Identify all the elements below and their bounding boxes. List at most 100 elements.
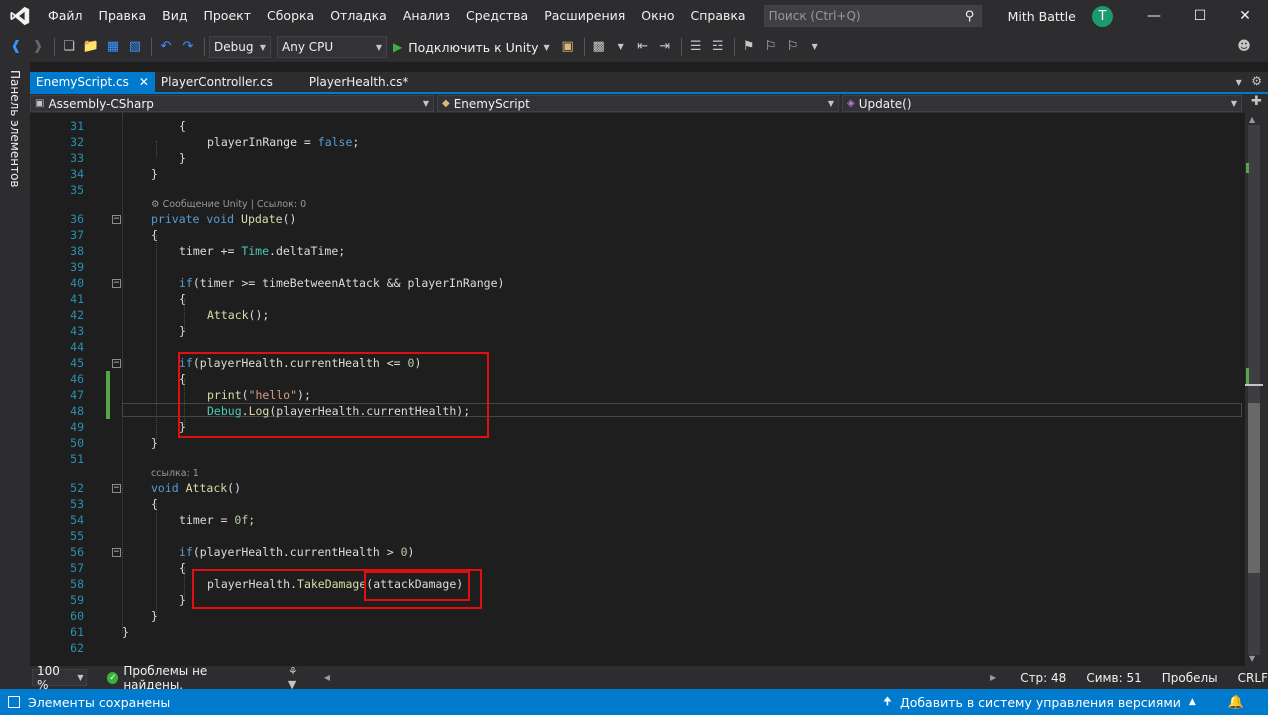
codelens-update[interactable]: ⚙ Сообщение Unity | Ссылок: 0 — [151, 199, 306, 210]
scrollbar-thumb[interactable] — [1248, 403, 1260, 573]
menu-extensions[interactable]: Расширения — [536, 0, 633, 32]
close-button[interactable]: ✕ — [1222, 0, 1268, 32]
close-tab-icon[interactable]: ✕ — [139, 73, 149, 92]
code-cleanup-icon[interactable]: ⚘ ▼ — [288, 665, 308, 691]
code-editor[interactable]: 31 32 33 34 35 36 37 38 39 40 41 42 43 4… — [30, 113, 1245, 666]
line-number: 35 — [70, 183, 84, 197]
zoom-select[interactable]: 100 % ▼ — [32, 664, 88, 692]
uncomment-icon[interactable]: ☲ — [708, 36, 728, 58]
codelens-attack[interactable]: ссылка: 1 — [151, 468, 199, 479]
menu-help[interactable]: Справка — [682, 0, 753, 32]
line-number: 36 — [70, 212, 84, 226]
undo-icon[interactable]: ↶ — [156, 36, 176, 58]
bookmark-next-icon[interactable]: ⚐ — [783, 36, 803, 58]
toolbox-tab[interactable]: Панель элементов — [8, 70, 22, 188]
scrollbar-track[interactable] — [1248, 125, 1260, 655]
collapse-region-icon[interactable]: − — [112, 215, 121, 224]
code-line: timer = 0f; — [179, 513, 256, 527]
scroll-up-icon[interactable]: ▲ — [1249, 115, 1255, 124]
dropdown-icon[interactable]: ▼ — [611, 36, 631, 58]
vertical-scrollbar[interactable]: ▲ ▼ — [1245, 113, 1268, 666]
menu-window[interactable]: Окно — [633, 0, 682, 32]
bookmark-prev-icon[interactable]: ⚐ — [761, 36, 781, 58]
attach-unity-button[interactable]: ▶ Подключить к Unity ▼ — [393, 36, 550, 58]
avatar[interactable]: T — [1092, 6, 1113, 27]
solution-name: Mith Battle — [1007, 8, 1076, 24]
chevron-down-icon: ▼ — [827, 99, 835, 108]
split-editor-icon[interactable]: ✚ — [1251, 94, 1262, 113]
class-icon: ◆ — [442, 98, 450, 109]
type-dropdown[interactable]: ◆ EnemyScript ▼ — [437, 95, 839, 112]
tab-playerhealth[interactable]: PlayerHealth.cs* — [303, 72, 414, 92]
live-share-icon[interactable]: ☻ — [1234, 36, 1254, 58]
screenshot-icon[interactable]: ▩ — [589, 36, 609, 58]
save-icon[interactable]: ▦ — [103, 36, 123, 58]
collapse-region-icon[interactable]: − — [112, 548, 121, 557]
line-number: 34 — [70, 167, 84, 181]
settings-gear-icon[interactable]: ⚙ — [1251, 74, 1262, 88]
line-ending-indicator[interactable]: CRLF — [1238, 671, 1268, 685]
collapse-region-icon[interactable]: − — [112, 484, 121, 493]
code-line: playerInRange = false; — [207, 135, 360, 149]
line-number: 48 — [70, 404, 84, 418]
unity-tools-icon[interactable]: ▣ — [558, 36, 578, 58]
menu-file[interactable]: Файл — [40, 0, 91, 32]
whitespace-indicator[interactable]: Пробелы — [1162, 671, 1218, 685]
chevron-down-icon: ▼ — [77, 673, 84, 682]
scroll-down-icon[interactable]: ▼ — [1249, 654, 1255, 663]
chevron-down-icon: ▼ — [422, 99, 430, 108]
menu-build[interactable]: Сборка — [259, 0, 322, 32]
tab-enemyscript[interactable]: EnemyScript.cs ✕ — [30, 72, 155, 92]
collapse-region-icon[interactable]: − — [112, 359, 121, 368]
search-icon[interactable]: ⚲ — [959, 9, 981, 24]
outdent-icon[interactable]: ⇥ — [655, 36, 675, 58]
column-indicator[interactable]: Симв: 51 — [1086, 671, 1141, 685]
menu-debug[interactable]: Отладка — [322, 0, 395, 32]
save-all-icon[interactable]: ▧ — [125, 36, 145, 58]
configuration-value: Debug — [214, 40, 254, 54]
toolbar-separator — [583, 38, 585, 56]
configuration-select[interactable]: Debug ▼ — [209, 36, 271, 58]
open-folder-icon[interactable]: 📁 — [81, 36, 101, 58]
platform-select[interactable]: Any CPU ▼ — [277, 36, 387, 58]
navigate-forward-icon[interactable]: ❱ — [28, 36, 48, 58]
project-dropdown[interactable]: ▣ Assembly-CSharp ▼ — [30, 95, 434, 112]
redo-icon[interactable]: ↷ — [178, 36, 198, 58]
bookmark-icon[interactable]: ⚑ — [739, 36, 759, 58]
line-number: 62 — [70, 641, 84, 655]
project-value: Assembly-CSharp — [48, 96, 154, 111]
scroll-left-icon[interactable]: ◀ — [324, 673, 330, 682]
new-project-icon[interactable]: ❏ — [59, 36, 79, 58]
problems-indicator[interactable]: ✓ Проблемы не найдены. — [107, 664, 258, 692]
navigate-back-icon[interactable]: ❰ — [6, 36, 26, 58]
notifications-bell-icon[interactable]: 🔔 — [1228, 695, 1244, 710]
highlight-box-if-block — [178, 352, 489, 438]
code-line: } — [151, 609, 158, 623]
minimize-button[interactable]: — — [1131, 0, 1177, 32]
chevron-down-icon: ▼ — [375, 42, 383, 52]
tab-actions: ▼ ⚙ — [1236, 74, 1262, 88]
tab-list-dropdown-icon[interactable]: ▼ — [1236, 78, 1242, 87]
menu-view[interactable]: Вид — [154, 0, 195, 32]
search-input[interactable]: Поиск (Ctrl+Q) ⚲ — [763, 5, 982, 27]
code-line: { — [179, 561, 186, 575]
code-line: private void Update() — [151, 212, 297, 226]
member-dropdown[interactable]: ◈ Update() ▼ — [842, 95, 1242, 112]
line-number: 61 — [70, 625, 84, 639]
menu-analyze[interactable]: Анализ — [395, 0, 458, 32]
code-line: if(timer >= timeBetweenAttack && playerI… — [179, 276, 505, 290]
line-indicator[interactable]: Стр: 48 — [1020, 671, 1066, 685]
toolbar-overflow-icon[interactable]: ▼ — [805, 36, 825, 58]
menu-project[interactable]: Проект — [195, 0, 259, 32]
menu-edit[interactable]: Правка — [91, 0, 155, 32]
add-to-source-control-button[interactable]: 🠉 Добавить в систему управления версиями… — [883, 693, 1196, 712]
comment-icon[interactable]: ☰ — [686, 36, 706, 58]
indent-icon[interactable]: ⇤ — [633, 36, 653, 58]
collapse-region-icon[interactable]: − — [112, 279, 121, 288]
document-tabs: EnemyScript.cs ✕ PlayerController.cs Pla… — [30, 72, 1268, 92]
menu-tools[interactable]: Средства — [458, 0, 536, 32]
scroll-right-icon[interactable]: ▶ — [990, 673, 996, 682]
items-saved-icon — [8, 696, 20, 708]
maximize-button[interactable]: ☐ — [1177, 0, 1223, 32]
tab-playercontroller[interactable]: PlayerController.cs — [155, 72, 303, 92]
